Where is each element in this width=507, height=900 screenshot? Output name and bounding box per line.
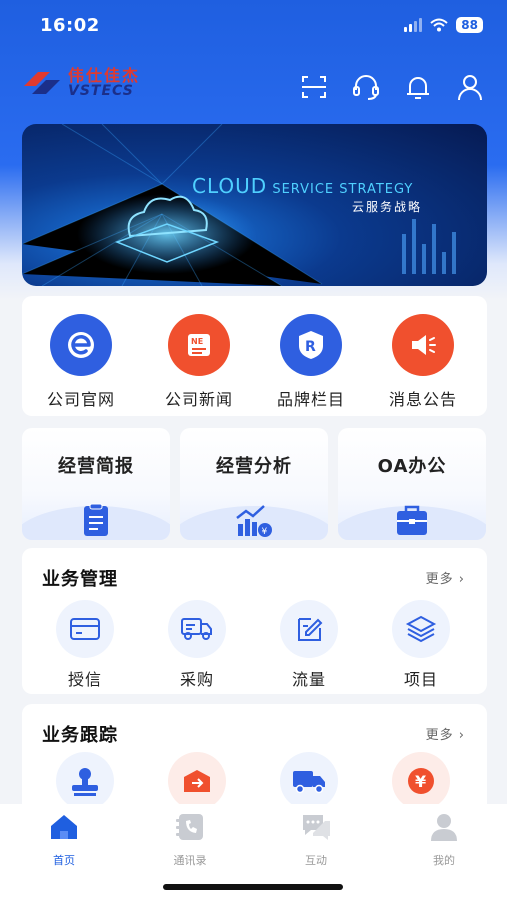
svg-text:R: R (305, 339, 316, 355)
wifi-icon (430, 18, 448, 32)
tab-label: 首页 (53, 854, 75, 867)
quick-links-card: 公司官网 NE 公司新闻 R 品牌栏目 消息公告 (22, 296, 487, 416)
quick-link-label: 品牌栏目 (276, 390, 345, 409)
section-title: 业务跟踪 (42, 725, 118, 746)
clipboard-icon (84, 503, 108, 536)
item-label: 流量 (291, 670, 326, 689)
status-icons: 88 (404, 17, 483, 33)
chevron-right-icon: › (458, 728, 465, 743)
tab-me[interactable]: 我的 (404, 812, 484, 868)
logo-english: VSTECS (68, 83, 134, 99)
dispatch-icon (168, 752, 226, 810)
briefcase-icon (397, 505, 427, 535)
tab-label: 互动 (305, 854, 327, 867)
svg-text:¥: ¥ (262, 527, 268, 537)
tile-title: OA办公 (377, 456, 447, 477)
chevron-right-icon: › (458, 572, 465, 587)
stamp-icon (56, 752, 114, 810)
svg-text:NE: NE (191, 337, 203, 346)
profile-icon (431, 814, 457, 841)
quick-link-news[interactable]: NE 公司新闻 (144, 314, 254, 410)
truck-icon (168, 600, 226, 658)
business-tracking-card: 业务跟踪 更多 › ¥ (22, 704, 487, 814)
announcement-icon (392, 314, 454, 376)
delivery-truck-icon (280, 752, 338, 810)
item-purchase[interactable]: 采购 (152, 600, 242, 690)
more-link[interactable]: 更多 › (426, 724, 465, 743)
battery-indicator: 88 (456, 17, 483, 33)
headset-icon[interactable] (351, 72, 381, 102)
logo-mark-icon (24, 72, 60, 94)
bell-icon[interactable] (403, 72, 433, 102)
news-icon: NE (168, 314, 230, 376)
tab-contacts[interactable]: 通讯录 (150, 812, 230, 868)
tile-oa-office[interactable]: OA办公 (338, 428, 486, 540)
yuan-icon: ¥ (392, 752, 450, 810)
quick-link-label: 消息公告 (388, 390, 457, 409)
status-time: 16:02 (40, 15, 100, 36)
promo-banner[interactable]: CLOUD SERVICE STRATEGY 云服务战略 (22, 124, 487, 286)
credit-card-icon (56, 600, 114, 658)
chat-icon (303, 815, 330, 840)
business-management-card: 业务管理 更多 › 授信 采购 流量 项目 (22, 548, 487, 694)
banner-title: CLOUD SERVICE STRATEGY (192, 174, 414, 198)
quick-link-announcement[interactable]: 消息公告 (368, 314, 478, 410)
scan-icon[interactable] (299, 72, 329, 102)
tab-home[interactable]: 首页 (24, 812, 104, 868)
company-logo: 伟仕佳杰 VSTECS (22, 68, 140, 98)
tracking-item-delivery[interactable] (264, 752, 354, 810)
tab-label: 我的 (433, 854, 455, 867)
tile-business-analysis[interactable]: 经营分析 ¥ (180, 428, 328, 540)
tracking-item-payment[interactable]: ¥ (376, 752, 466, 810)
item-label: 项目 (403, 670, 438, 689)
home-icon (51, 815, 77, 839)
tile-title: 经营简报 (58, 456, 134, 477)
section-title: 业务管理 (42, 569, 118, 590)
edit-icon (280, 600, 338, 658)
tracking-item-dispatch[interactable] (152, 752, 242, 810)
home-indicator (163, 884, 343, 890)
signal-icon (404, 18, 423, 32)
app-header: 伟仕佳杰 VSTECS (0, 62, 507, 112)
tile-business-report[interactable]: 经营简报 (22, 428, 170, 540)
tile-title: 经营分析 (216, 456, 292, 477)
website-icon (50, 314, 112, 376)
layers-icon (392, 600, 450, 658)
quick-link-label: 公司新闻 (164, 390, 233, 409)
item-label: 采购 (179, 670, 214, 689)
quick-link-website[interactable]: 公司官网 (26, 314, 136, 410)
more-link[interactable]: 更多 › (426, 568, 465, 587)
item-project[interactable]: 项目 (376, 600, 466, 690)
svg-text:¥: ¥ (415, 772, 426, 791)
item-traffic[interactable]: 流量 (264, 600, 354, 690)
status-bar: 16:02 88 (0, 0, 507, 54)
quick-link-label: 公司官网 (46, 390, 115, 409)
tracking-item-stamp[interactable] (40, 752, 130, 810)
analysis-chart-icon: ¥ (236, 505, 272, 537)
item-label: 授信 (67, 670, 102, 689)
logo-chinese: 伟仕佳杰 (68, 66, 141, 85)
tab-interaction[interactable]: 互动 (276, 812, 356, 868)
brand-icon: R (280, 314, 342, 376)
tab-label: 通讯录 (173, 854, 207, 867)
contacts-icon (176, 814, 203, 840)
banner-subtitle: 云服务战略 (352, 200, 423, 214)
quick-link-brand[interactable]: R 品牌栏目 (256, 314, 366, 410)
user-icon[interactable] (455, 72, 485, 102)
item-credit[interactable]: 授信 (40, 600, 130, 690)
